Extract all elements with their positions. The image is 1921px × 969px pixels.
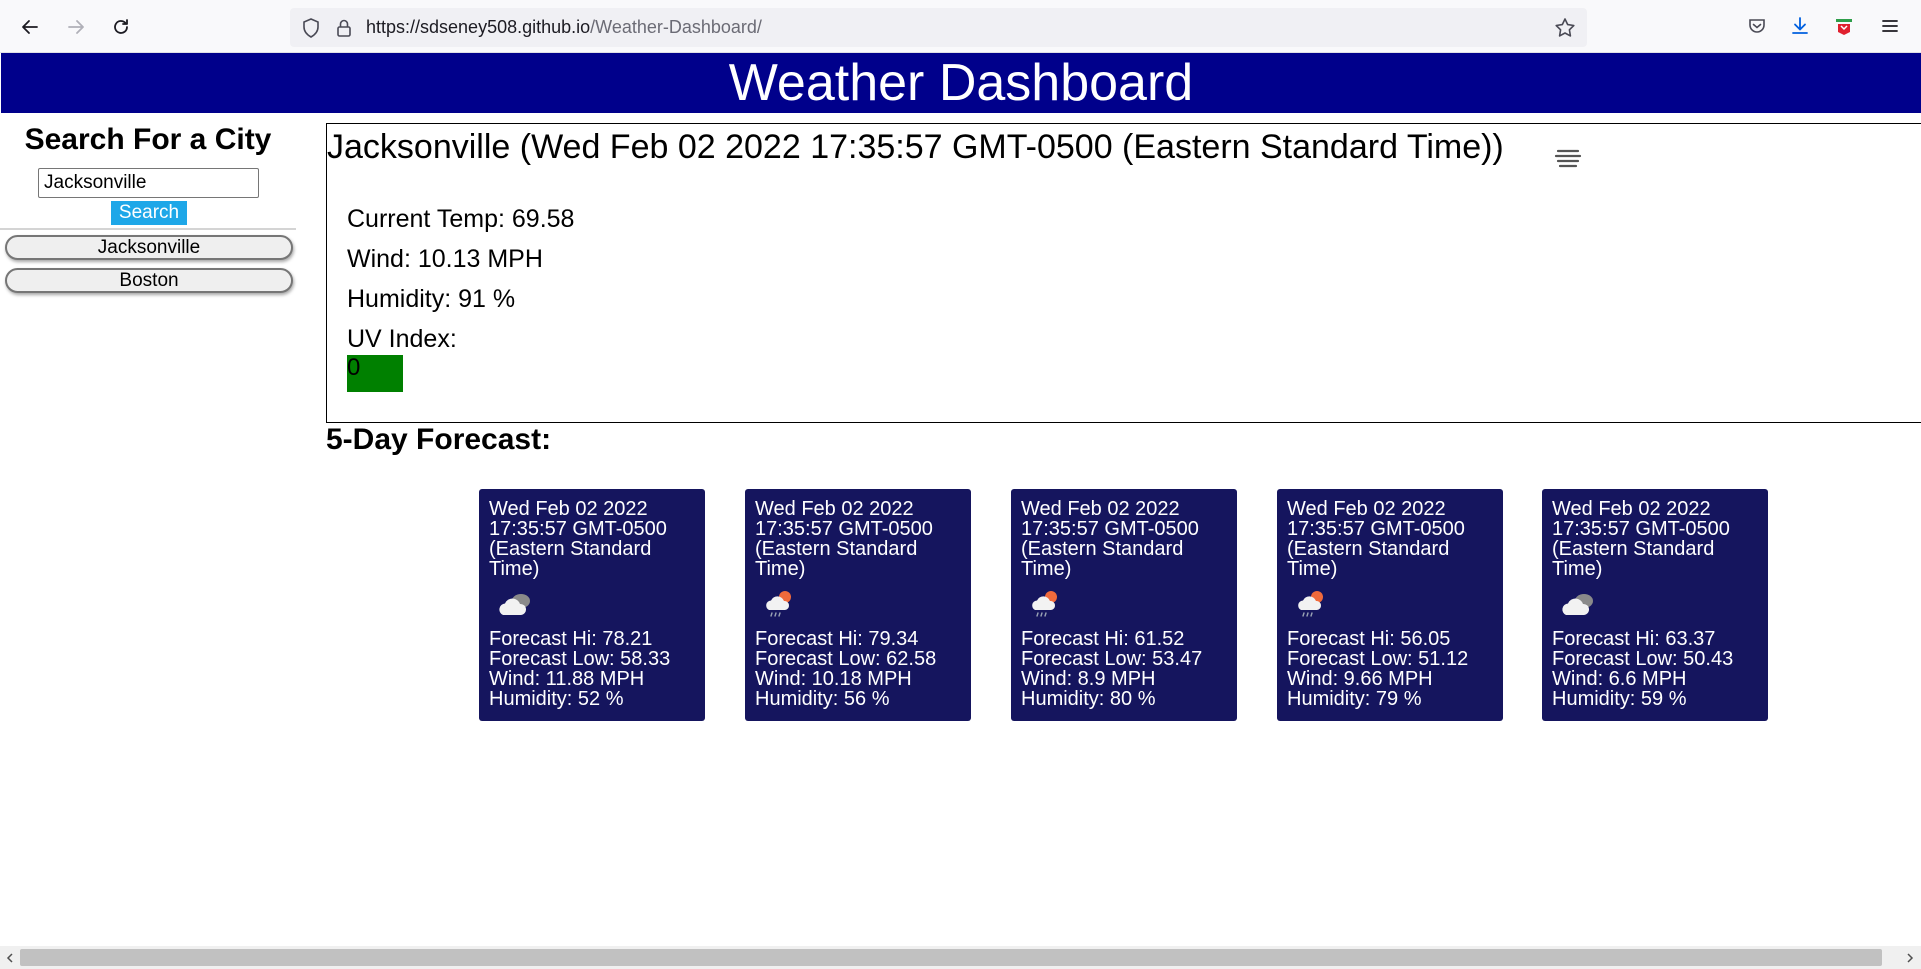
url-bar[interactable]: https://sdseney508.github.io/Weather-Das… [290, 8, 1587, 47]
forecast-wind: Wind: 6.6 MPH [1552, 668, 1687, 690]
forecast-low: Forecast Low: 53.47 [1021, 648, 1203, 670]
sun-rain-icon [766, 591, 791, 617]
sun-rain-icon [1298, 591, 1323, 617]
sun-rain-icon [1032, 591, 1057, 617]
forecast-card: Wed Feb 02 2022 17:35:57 GMT-0500 (Easte… [479, 489, 705, 721]
forecast-title: 5-Day Forecast: [326, 423, 552, 456]
mist-icon [1554, 149, 1582, 168]
reload-button[interactable] [106, 13, 136, 41]
search-input[interactable] [38, 168, 259, 198]
current-city-title: Jacksonville (Wed Feb 02 2022 17:35:57 G… [327, 128, 1504, 166]
current-humidity: Humidity: 91 % [347, 285, 516, 313]
extension-icon[interactable] [1832, 14, 1856, 38]
history-button-boston[interactable]: Boston [5, 268, 293, 293]
forecast-low: Forecast Low: 58.33 [489, 648, 671, 670]
uv-index-value: 0 [347, 355, 403, 392]
download-icon[interactable] [1788, 14, 1812, 38]
uv-index-label: UV Index: [347, 325, 457, 353]
forecast-date: Wed Feb 02 2022 17:35:57 GMT-0500 (Easte… [1287, 498, 1465, 580]
scrollbar-thumb[interactable] [20, 949, 1882, 966]
forecast-card: Wed Feb 02 2022 17:35:57 GMT-0500 (Easte… [745, 489, 971, 721]
forward-button[interactable] [61, 13, 91, 41]
shield-icon[interactable] [300, 17, 322, 39]
history-button-jacksonville[interactable]: Jacksonville [5, 235, 293, 260]
forecast-date: Wed Feb 02 2022 17:35:57 GMT-0500 (Easte… [1552, 498, 1730, 580]
forecast-hi: Forecast Hi: 56.05 [1287, 628, 1451, 650]
page-content: Weather Dashboard Search For a City Sear… [0, 53, 1921, 946]
current-wind: Wind: 10.13 MPH [347, 245, 543, 273]
forecast-low: Forecast Low: 50.43 [1552, 648, 1734, 670]
forecast-humidity: Humidity: 56 % [755, 688, 890, 710]
pocket-icon[interactable] [1745, 14, 1769, 38]
scroll-right-icon[interactable] [1902, 949, 1918, 966]
page-title: Weather Dashboard [1, 53, 1921, 113]
scroll-left-icon[interactable] [2, 949, 18, 966]
forecast-date: Wed Feb 02 2022 17:35:57 GMT-0500 (Easte… [755, 498, 933, 580]
forecast-hi: Forecast Hi: 61.52 [1021, 628, 1185, 650]
current-weather-card: Jacksonville (Wed Feb 02 2022 17:35:57 G… [326, 123, 1921, 423]
sidebar-title: Search For a City [24, 123, 272, 156]
back-button[interactable] [15, 13, 45, 41]
forecast-hi: Forecast Hi: 63.37 [1552, 628, 1716, 650]
horizontal-scrollbar[interactable] [0, 946, 1921, 969]
forecast-card: Wed Feb 02 2022 17:35:57 GMT-0500 (Easte… [1277, 489, 1503, 721]
menu-icon[interactable] [1878, 14, 1902, 38]
forecast-card: Wed Feb 02 2022 17:35:57 GMT-0500 (Easte… [1542, 489, 1768, 721]
forecast-card: Wed Feb 02 2022 17:35:57 GMT-0500 (Easte… [1011, 489, 1237, 721]
arrow-right-icon [68, 20, 84, 34]
forecast-hi: Forecast Hi: 79.34 [755, 628, 919, 650]
url-host: https://sdseney508.github.io [366, 17, 591, 37]
forecast-low: Forecast Low: 51.12 [1287, 648, 1469, 670]
forecast-hi: Forecast Hi: 78.21 [489, 628, 653, 650]
forecast-wind: Wind: 9.66 MPH [1287, 668, 1433, 690]
url-path: /Weather-Dashboard/ [590, 17, 762, 37]
forecast-date: Wed Feb 02 2022 17:35:57 GMT-0500 (Easte… [489, 498, 667, 580]
forecast-wind: Wind: 10.18 MPH [755, 668, 912, 690]
forecast-humidity: Humidity: 52 % [489, 688, 624, 710]
forecast-humidity: Humidity: 79 % [1287, 688, 1422, 710]
forecast-low: Forecast Low: 62.58 [755, 648, 937, 670]
url-text[interactable]: https://sdseney508.github.io/Weather-Das… [366, 17, 762, 38]
lock-icon[interactable] [333, 17, 355, 39]
forecast-humidity: Humidity: 59 % [1552, 688, 1687, 710]
star-icon[interactable] [1553, 16, 1577, 40]
cloudy-icon [499, 594, 530, 615]
browser-toolbar: https://sdseney508.github.io/Weather-Das… [0, 0, 1921, 53]
forecast-wind: Wind: 11.88 MPH [489, 668, 645, 690]
current-temp: Current Temp: 69.58 [347, 205, 575, 233]
reload-icon [114, 19, 128, 34]
search-button[interactable]: Search [111, 201, 187, 225]
arrow-left-icon [22, 20, 38, 34]
forecast-wind: Wind: 8.9 MPH [1021, 668, 1156, 690]
forecast-humidity: Humidity: 80 % [1021, 688, 1156, 710]
forecast-date: Wed Feb 02 2022 17:35:57 GMT-0500 (Easte… [1021, 498, 1199, 580]
cloudy-icon [1562, 594, 1593, 615]
sidebar-divider [0, 228, 296, 230]
